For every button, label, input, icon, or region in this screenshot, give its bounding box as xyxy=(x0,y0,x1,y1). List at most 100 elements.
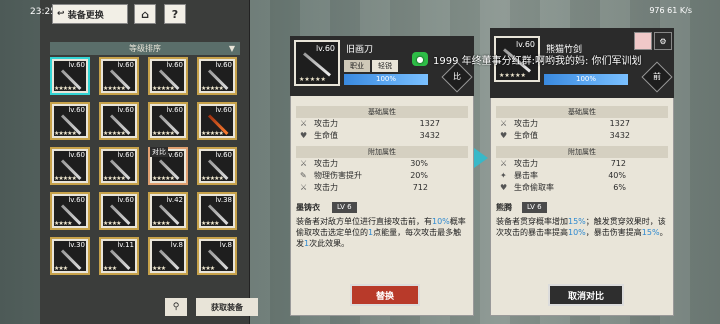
stat-value: 1327 xyxy=(419,119,440,128)
back-button-label: 装备更换 xyxy=(67,10,104,21)
filter-button[interactable]: ⚲ xyxy=(165,298,187,316)
weapon-card-level: lv.11 xyxy=(117,241,134,249)
stat-icon: ⚔ xyxy=(300,183,308,192)
sort-dropdown[interactable]: 等级排序 ▼ xyxy=(50,42,240,55)
weapon-card[interactable]: lv.60 ★★★★★ xyxy=(148,102,188,140)
current-skill-level: LV 6 xyxy=(332,202,357,213)
replace-button-label: 替换 xyxy=(375,291,394,302)
compare-weapon-level: lv.60 xyxy=(515,40,535,49)
weapon-card-level: lv.8 xyxy=(219,241,232,249)
stat-value: 30% xyxy=(410,159,428,168)
weapon-card[interactable]: lv.60 ★★★★★ xyxy=(99,147,139,185)
current-base-stat-row: ♥ 生命值 3432 xyxy=(300,130,460,142)
weapon-card[interactable]: lv.60 ★★★★★ 对比 xyxy=(148,147,188,185)
stat-icon: ✎ xyxy=(300,171,307,180)
current-extra-stat-row: ⚔ 攻击力 30% xyxy=(300,158,460,170)
compare-skill-level: LV 6 xyxy=(522,202,547,213)
stat-icon: ⚔ xyxy=(300,119,308,128)
weapon-card[interactable]: lv.60 ★★★★★ xyxy=(99,57,139,95)
star-rating: ★★★★ xyxy=(152,220,170,227)
stat-label: 暴击率 xyxy=(514,171,538,180)
current-base-stat-row: ⚔ 攻击力 1327 xyxy=(300,118,460,130)
star-rating: ★★★ xyxy=(54,265,68,272)
obtain-equipment-button[interactable]: 获取装备 xyxy=(196,298,258,316)
replace-button[interactable]: 替换 xyxy=(350,284,420,306)
weapon-card-level: lv.38 xyxy=(215,196,232,204)
stat-label: 攻击力 xyxy=(314,183,338,192)
weapon-card[interactable]: lv.8 ★★★ xyxy=(148,237,188,275)
star-rating: ★★★★ xyxy=(103,220,121,227)
chat-notification[interactable]: ● 1999 年终董事分红群:啊哟我的妈: 你们军训划 xyxy=(412,50,642,68)
star-rating: ★★★★★ xyxy=(299,76,326,83)
weapon-card[interactable]: lv.60 ★★★★★ xyxy=(50,57,90,95)
stat-icon: ✦ xyxy=(500,171,507,180)
current-extra-stat-row: ⚔ 攻击力 712 xyxy=(300,182,460,194)
weapon-card[interactable]: lv.60 ★★★★★ xyxy=(50,147,90,185)
current-skill-name: 墨铸衣 xyxy=(296,203,320,212)
stat-label: 攻击力 xyxy=(514,119,538,128)
stat-icon: ♥ xyxy=(500,183,508,192)
weapon-card-level: lv.60 xyxy=(215,61,232,69)
notification-text: 1999 年终董事分红群:啊哟我的妈: 你们军训划 xyxy=(433,55,642,67)
weapon-card[interactable]: lv.38 ★★★★ xyxy=(197,192,237,230)
help-button[interactable]: ? xyxy=(164,4,186,24)
weapon-card[interactable]: lv.60 ★★★★★ xyxy=(50,102,90,140)
star-rating: ★★★★★ xyxy=(103,175,126,182)
star-rating: ★★★ xyxy=(152,265,166,272)
star-rating: ★★★★★ xyxy=(201,85,224,92)
weapon-card[interactable]: lv.11 ★★★ xyxy=(99,237,139,275)
weapon-card[interactable]: lv.30 ★★★ xyxy=(50,237,90,275)
current-extra-stat-row: ✎ 物理伤害提升 20% xyxy=(300,170,460,182)
weapon-card[interactable]: lv.60 ★★★★★ xyxy=(99,102,139,140)
weapon-card[interactable]: lv.60 ★★★★ xyxy=(99,192,139,230)
weapon-card[interactable]: lv.42 ★★★★ xyxy=(148,192,188,230)
weapon-card[interactable]: lv.60 ★★★★★ xyxy=(197,57,237,95)
weapon-card-level: lv.60 xyxy=(117,151,134,159)
weapon-card[interactable]: lv.8 ★★★ xyxy=(197,237,237,275)
stat-value: 6% xyxy=(613,183,626,192)
current-skill-description: 装备者对敌方单位进行直接攻击前，有10%概率偷取攻击选定单位的1点能量，每次攻击… xyxy=(296,217,466,248)
sword-icon xyxy=(303,52,332,77)
current-extra-title: 附加属性 xyxy=(296,146,468,158)
home-button[interactable]: ⌂ xyxy=(134,4,156,24)
weapon-card[interactable]: lv.60 ★★★★ xyxy=(50,192,90,230)
status-network: 976 61 K/s xyxy=(649,6,692,15)
stat-icon: ⚔ xyxy=(300,159,308,168)
weapon-card-level: lv.60 xyxy=(117,61,134,69)
compare-extra-stat-row: ✦ 暴击率 40% xyxy=(500,170,660,182)
star-rating: ★★★ xyxy=(103,265,117,272)
filter-icon: ⚲ xyxy=(172,302,180,312)
back-arrow-icon: ↩ xyxy=(57,9,68,19)
lock-button[interactable]: ⚙ xyxy=(654,32,672,50)
weapon-card[interactable]: lv.60 ★★★★★ xyxy=(148,57,188,95)
weapon-grid: lv.60 ★★★★★ lv.60 ★★★★★ lv.60 ★★★★★ lv.60 ★★★★★… xyxy=(50,57,242,275)
star-rating: ★★★★★ xyxy=(54,85,77,92)
cancel-compare-button[interactable]: 取消对比 xyxy=(548,284,624,306)
current-weapon-badge-text: 比 xyxy=(453,72,461,81)
stat-value: 3432 xyxy=(419,131,440,140)
back-button[interactable]: ↩ 装备更换 xyxy=(52,4,128,24)
weapon-card-level: lv.60 xyxy=(215,151,232,159)
lock-icon: ⚙ xyxy=(659,36,667,46)
star-rating: ★★★★★ xyxy=(201,130,224,137)
weapon-card-level: lv.60 xyxy=(117,106,134,114)
weapon-card-level: lv.8 xyxy=(170,241,183,249)
weapon-card-level: lv.60 xyxy=(166,151,183,159)
star-rating: ★★★★★ xyxy=(152,85,175,92)
star-rating: ★★★★★ xyxy=(201,175,224,182)
weapon-card[interactable]: lv.60 ★★★★★ xyxy=(197,102,237,140)
stat-value: 1327 xyxy=(609,119,630,128)
weapon-card-level: lv.60 xyxy=(166,61,183,69)
weapon-card-level: lv.60 xyxy=(166,106,183,114)
current-weapon-name: 旧画刀 xyxy=(346,45,374,55)
home-icon: ⌂ xyxy=(141,7,149,21)
current-weapon-trait: 轻锐 xyxy=(372,60,398,72)
star-rating: ★★★★★ xyxy=(499,72,526,79)
weapon-card[interactable]: lv.60 ★★★★★ xyxy=(197,147,237,185)
stat-value: 712 xyxy=(412,183,428,192)
weapon-card-level: lv.60 xyxy=(68,151,85,159)
weapon-card-level: lv.60 xyxy=(68,106,85,114)
obtain-equipment-label: 获取装备 xyxy=(211,302,243,312)
star-rating: ★★★★★ xyxy=(103,85,126,92)
stat-value: 712 xyxy=(610,159,626,168)
